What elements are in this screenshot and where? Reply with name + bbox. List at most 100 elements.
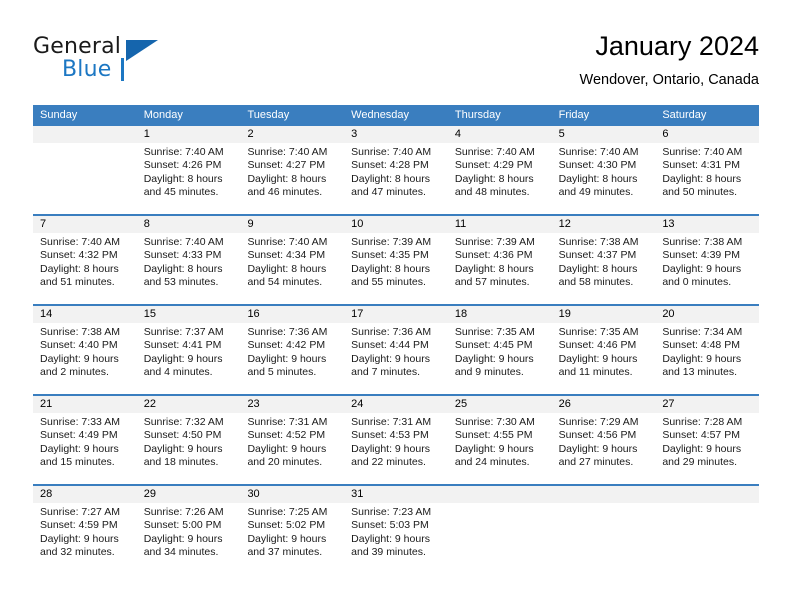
day-cell[interactable]: 19 Sunrise: 7:35 AM Sunset: 4:46 PM Dayligh… bbox=[551, 306, 656, 394]
day-cell[interactable]: 25 Sunrise: 7:30 AM Sunset: 4:55 PM Dayligh… bbox=[447, 396, 552, 484]
sunset-text: Sunset: 5:00 PM bbox=[143, 519, 222, 532]
day-cell[interactable]: 22 Sunrise: 7:32 AM Sunset: 4:50 PM Dayligh… bbox=[136, 396, 241, 484]
day-details: Sunrise: 7:28 AM Sunset: 4:57 PM Daylight:… bbox=[655, 413, 759, 469]
sunrise-text: Sunrise: 7:29 AM bbox=[558, 416, 639, 428]
daylight-text-line1: Daylight: 9 hours bbox=[662, 262, 742, 275]
day-number: 11 bbox=[447, 216, 552, 233]
day-details: Sunrise: 7:36 AM Sunset: 4:44 PM Daylight:… bbox=[344, 323, 448, 379]
day-cell[interactable]: 18 Sunrise: 7:35 AM Sunset: 4:45 PM Dayligh… bbox=[447, 306, 552, 394]
day-number: 22 bbox=[136, 396, 241, 413]
sunrise-text: Sunrise: 7:35 AM bbox=[454, 326, 535, 338]
day-cell[interactable]: 29 Sunrise: 7:26 AM Sunset: 5:00 PM Dayligh… bbox=[136, 486, 241, 574]
daylight-text-line1: Daylight: 8 hours bbox=[351, 172, 430, 185]
daylight-text-line2: and 27 minutes. bbox=[558, 455, 634, 468]
day-cell[interactable]: 12 Sunrise: 7:38 AM Sunset: 4:37 PM Dayligh… bbox=[551, 216, 656, 304]
day-details: Sunrise: 7:31 AM Sunset: 4:52 PM Daylight:… bbox=[240, 413, 344, 469]
day-cell[interactable]: 10 Sunrise: 7:39 AM Sunset: 4:35 PM Dayligh… bbox=[344, 216, 448, 304]
sunrise-text: Sunrise: 7:31 AM bbox=[351, 416, 432, 428]
day-number: 19 bbox=[551, 306, 656, 323]
day-details bbox=[33, 143, 137, 146]
logo-text-general: General bbox=[33, 34, 122, 59]
day-details: Sunrise: 7:40 AM Sunset: 4:28 PM Daylight:… bbox=[344, 143, 448, 199]
daylight-text-line1: Daylight: 9 hours bbox=[40, 352, 119, 365]
day-cell[interactable]: 13 Sunrise: 7:38 AM Sunset: 4:39 PM Dayligh… bbox=[655, 216, 760, 304]
daylight-text-line1: Daylight: 9 hours bbox=[454, 442, 534, 455]
day-cell[interactable]: 1 Sunrise: 7:40 AM Sunset: 4:26 PM Daylight… bbox=[136, 126, 241, 214]
daylight-text-line1: Daylight: 8 hours bbox=[558, 262, 638, 275]
daylight-text-line2: and 46 minutes. bbox=[247, 185, 323, 198]
sunrise-text: Sunrise: 7:40 AM bbox=[40, 236, 120, 248]
day-details: Sunrise: 7:38 AM Sunset: 4:37 PM Daylight:… bbox=[552, 233, 656, 289]
day-cell[interactable]: 7 Sunrise: 7:40 AM Sunset: 4:32 PM Daylight… bbox=[33, 216, 137, 304]
day-cell[interactable]: 11 Sunrise: 7:39 AM Sunset: 4:36 PM Dayligh… bbox=[447, 216, 552, 304]
daylight-text-line1: Daylight: 9 hours bbox=[558, 352, 638, 365]
day-cell[interactable]: 26 Sunrise: 7:29 AM Sunset: 4:56 PM Dayligh… bbox=[551, 396, 656, 484]
sunrise-text: Sunrise: 7:35 AM bbox=[558, 326, 639, 338]
day-cell[interactable]: 21 Sunrise: 7:33 AM Sunset: 4:49 PM Dayligh… bbox=[33, 396, 137, 484]
day-cell[interactable]: 6 Sunrise: 7:40 AM Sunset: 4:31 PM Daylight… bbox=[655, 126, 760, 214]
day-details: Sunrise: 7:40 AM Sunset: 4:27 PM Daylight:… bbox=[240, 143, 344, 199]
day-details: Sunrise: 7:27 AM Sunset: 4:59 PM Daylight:… bbox=[33, 503, 137, 559]
daylight-text-line1: Daylight: 9 hours bbox=[40, 442, 119, 455]
day-details: Sunrise: 7:26 AM Sunset: 5:00 PM Daylight:… bbox=[137, 503, 241, 559]
day-cell[interactable]: 31 Sunrise: 7:23 AM Sunset: 5:03 PM Dayligh… bbox=[344, 486, 448, 574]
weekday-header-wednesday: Wednesday bbox=[351, 109, 410, 121]
sunrise-text: Sunrise: 7:36 AM bbox=[247, 326, 328, 338]
day-details: Sunrise: 7:40 AM Sunset: 4:29 PM Daylight:… bbox=[448, 143, 552, 199]
daylight-text-line2: and 39 minutes. bbox=[351, 545, 426, 558]
day-details: Sunrise: 7:37 AM Sunset: 4:41 PM Daylight:… bbox=[137, 323, 241, 379]
sunrise-text: Sunrise: 7:23 AM bbox=[351, 506, 432, 518]
day-cell[interactable]: 15 Sunrise: 7:37 AM Sunset: 4:41 PM Dayligh… bbox=[136, 306, 241, 394]
day-cell[interactable]: 5 Sunrise: 7:40 AM Sunset: 4:30 PM Daylight… bbox=[551, 126, 656, 214]
day-cell[interactable]: 3 Sunrise: 7:40 AM Sunset: 4:28 PM Daylight… bbox=[344, 126, 448, 214]
day-cell[interactable]: 30 Sunrise: 7:25 AM Sunset: 5:02 PM Dayligh… bbox=[240, 486, 345, 574]
sunrise-text: Sunrise: 7:40 AM bbox=[247, 236, 328, 248]
day-details: Sunrise: 7:23 AM Sunset: 5:03 PM Daylight:… bbox=[344, 503, 448, 559]
day-cell[interactable]: 8 Sunrise: 7:40 AM Sunset: 4:33 PM Daylight… bbox=[136, 216, 241, 304]
daylight-text-line2: and 4 minutes. bbox=[143, 365, 213, 378]
daylight-text-line1: Daylight: 9 hours bbox=[143, 442, 223, 455]
sunset-text: Sunset: 4:40 PM bbox=[40, 339, 118, 352]
day-cell[interactable]: 28 Sunrise: 7:27 AM Sunset: 4:59 PM Dayligh… bbox=[33, 486, 137, 574]
day-number: 29 bbox=[136, 486, 241, 503]
daylight-text-line1: Daylight: 9 hours bbox=[351, 352, 430, 365]
day-details: Sunrise: 7:33 AM Sunset: 4:49 PM Daylight:… bbox=[33, 413, 137, 469]
day-cell[interactable]: 24 Sunrise: 7:31 AM Sunset: 4:53 PM Dayligh… bbox=[344, 396, 448, 484]
day-cell[interactable]: 4 Sunrise: 7:40 AM Sunset: 4:29 PM Daylight… bbox=[447, 126, 552, 214]
daylight-text-line2: and 13 minutes. bbox=[662, 365, 738, 378]
day-number bbox=[551, 486, 656, 503]
general-blue-logo[interactable]: General Blue bbox=[33, 34, 233, 94]
calendar-weeks: 1 Sunrise: 7:40 AM Sunset: 4:26 PM Daylight… bbox=[33, 126, 760, 574]
sunset-text: Sunset: 4:53 PM bbox=[351, 429, 429, 442]
sunset-text: Sunset: 4:44 PM bbox=[351, 339, 429, 352]
day-details: Sunrise: 7:30 AM Sunset: 4:55 PM Daylight:… bbox=[448, 413, 552, 469]
day-cell[interactable]: 20 Sunrise: 7:34 AM Sunset: 4:48 PM Dayligh… bbox=[655, 306, 760, 394]
day-details: Sunrise: 7:40 AM Sunset: 4:30 PM Daylight:… bbox=[552, 143, 656, 199]
day-cell[interactable]: 17 Sunrise: 7:36 AM Sunset: 4:44 PM Dayligh… bbox=[344, 306, 448, 394]
day-cell[interactable]: 16 Sunrise: 7:36 AM Sunset: 4:42 PM Dayligh… bbox=[240, 306, 345, 394]
daylight-text-line2: and 11 minutes. bbox=[558, 365, 633, 378]
sunrise-text: Sunrise: 7:40 AM bbox=[454, 146, 535, 158]
daylight-text-line2: and 7 minutes. bbox=[351, 365, 421, 378]
day-number: 10 bbox=[344, 216, 448, 233]
day-cell[interactable]: 14 Sunrise: 7:38 AM Sunset: 4:40 PM Dayligh… bbox=[33, 306, 137, 394]
calendar-page: General Blue January 2024 Wendover, Onta… bbox=[0, 0, 792, 612]
day-cell[interactable]: 27 Sunrise: 7:28 AM Sunset: 4:57 PM Dayligh… bbox=[655, 396, 760, 484]
sunrise-text: Sunrise: 7:39 AM bbox=[454, 236, 535, 248]
day-cell[interactable]: 2 Sunrise: 7:40 AM Sunset: 4:27 PM Daylight… bbox=[240, 126, 345, 214]
day-cell[interactable]: 9 Sunrise: 7:40 AM Sunset: 4:34 PM Daylight… bbox=[240, 216, 345, 304]
day-details: Sunrise: 7:35 AM Sunset: 4:46 PM Daylight:… bbox=[552, 323, 656, 379]
sunset-text: Sunset: 4:39 PM bbox=[662, 249, 740, 262]
sunset-text: Sunset: 4:42 PM bbox=[247, 339, 326, 352]
day-number bbox=[655, 486, 760, 503]
day-cell[interactable]: 23 Sunrise: 7:31 AM Sunset: 4:52 PM Dayligh… bbox=[240, 396, 345, 484]
daylight-text-line1: Daylight: 9 hours bbox=[143, 532, 223, 545]
sunset-text: Sunset: 4:59 PM bbox=[40, 519, 118, 532]
day-number: 20 bbox=[655, 306, 760, 323]
sunrise-text: Sunrise: 7:26 AM bbox=[143, 506, 224, 518]
weekday-header-tuesday: Tuesday bbox=[247, 109, 290, 121]
page-header: General Blue January 2024 Wendover, Onta… bbox=[33, 30, 759, 100]
daylight-text-line1: Daylight: 9 hours bbox=[40, 532, 119, 545]
daylight-text-line1: Daylight: 9 hours bbox=[143, 352, 223, 365]
sunset-text: Sunset: 4:28 PM bbox=[351, 159, 429, 172]
